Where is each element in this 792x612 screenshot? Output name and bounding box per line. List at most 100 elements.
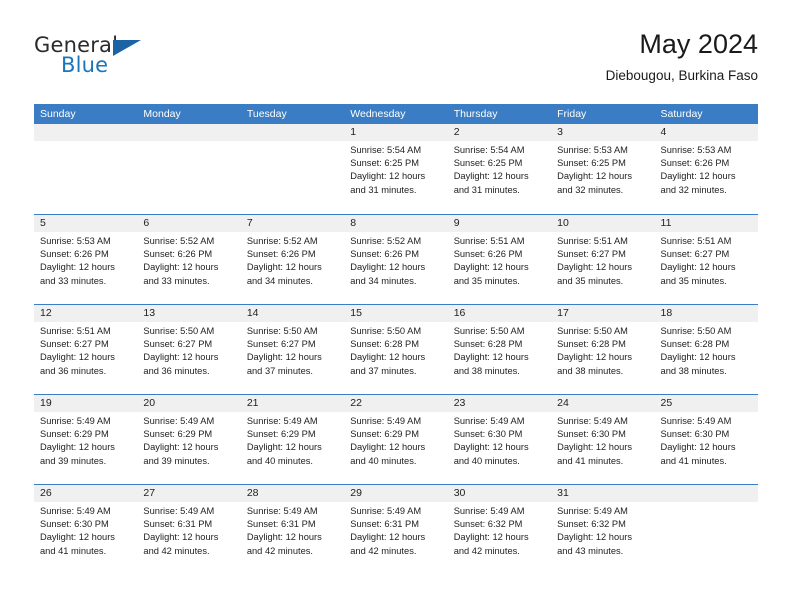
- day-cell-16[interactable]: 16 Sunrise: 5:50 AM Sunset: 6:28 PM Dayligh…: [447, 305, 552, 394]
- sunrise-text: Sunrise: 5:49 AM: [246, 416, 318, 426]
- sunset-text: Sunset: 6:30 PM: [660, 429, 730, 440]
- day-cell-14[interactable]: 14 Sunrise: 5:50 AM Sunset: 6:27 PM Dayligh…: [240, 305, 345, 394]
- day-cell-11[interactable]: 11 Sunrise: 5:51 AM Sunset: 6:27 PM Dayligh…: [654, 215, 758, 304]
- day-cell-21[interactable]: 21 Sunrise: 5:49 AM Sunset: 6:29 PM Dayligh…: [240, 395, 345, 484]
- daylight-text-line1: Daylight: 12 hours: [453, 532, 529, 543]
- sunset-text: Sunset: 6:28 PM: [453, 339, 523, 350]
- day-number: 10: [551, 215, 655, 232]
- day-cell-24[interactable]: 24 Sunrise: 5:49 AM Sunset: 6:30 PM Dayligh…: [551, 395, 655, 484]
- daylight-text-line1: Daylight: 12 hours: [453, 352, 529, 363]
- day-cell-29[interactable]: 29 Sunrise: 5:49 AM Sunset: 6:31 PM Dayligh…: [344, 485, 448, 574]
- sunset-text: Sunset: 6:29 PM: [246, 429, 316, 440]
- sunrise-text: Sunrise: 5:49 AM: [557, 416, 628, 426]
- day-number: [34, 124, 138, 141]
- sunset-text: Sunset: 6:31 PM: [246, 519, 316, 530]
- day-number: 7: [240, 215, 345, 232]
- day-cell-31[interactable]: 31 Sunrise: 5:49 AM Sunset: 6:32 PM Dayligh…: [551, 485, 655, 574]
- day-cell-8[interactable]: 8 Sunrise: 5:52 AM Sunset: 6:26 PM Daylight…: [344, 215, 448, 304]
- daylight-text-line1: Daylight: 12 hours: [557, 352, 633, 363]
- logo-text-blue: Blue: [61, 53, 109, 77]
- sunset-text: Sunset: 6:25 PM: [557, 158, 626, 169]
- day-number: 30: [447, 485, 552, 502]
- daylight-text-line1: Daylight: 12 hours: [246, 532, 322, 543]
- day-number: 4: [654, 124, 758, 141]
- day-details: Sunrise: 5:49 AM Sunset: 6:32 PM Daylight:…: [551, 502, 654, 558]
- daylight-text-line1: Daylight: 12 hours: [660, 352, 736, 363]
- weekday-header-thursday: Thursday: [453, 108, 498, 120]
- day-number: [654, 485, 758, 502]
- sunrise-text: Sunrise: 5:49 AM: [660, 416, 732, 426]
- day-cell-5[interactable]: 5 Sunrise: 5:53 AM Sunset: 6:26 PM Daylight…: [34, 215, 138, 304]
- day-cell-25[interactable]: 25 Sunrise: 5:49 AM Sunset: 6:30 PM Dayligh…: [654, 395, 758, 484]
- day-cell-empty: [240, 124, 345, 214]
- sunrise-text: Sunrise: 5:51 AM: [40, 326, 111, 336]
- day-number: 16: [447, 305, 552, 322]
- daylight-text-line2: and 38 minutes.: [660, 365, 727, 376]
- daylight-text-line2: and 35 minutes.: [557, 275, 624, 286]
- weekday-header-saturday: Saturday: [660, 108, 703, 120]
- daylight-text-line2: and 35 minutes.: [453, 275, 520, 286]
- daylight-text-line2: and 38 minutes.: [453, 365, 520, 376]
- sunrise-text: Sunrise: 5:50 AM: [453, 326, 525, 336]
- day-number: [137, 124, 241, 141]
- daylight-text-line2: and 34 minutes.: [350, 275, 417, 286]
- day-cell-empty: [137, 124, 241, 214]
- daylight-text-line2: and 40 minutes.: [453, 455, 520, 466]
- calendar-week-row: 5 Sunrise: 5:53 AM Sunset: 6:26 PM Daylight…: [34, 214, 758, 304]
- daylight-text-line2: and 42 minutes.: [453, 545, 520, 556]
- daylight-text-line1: Daylight: 12 hours: [557, 171, 633, 182]
- page-title: May 2024: [639, 29, 758, 59]
- day-cell-9[interactable]: 9 Sunrise: 5:51 AM Sunset: 6:26 PM Daylight…: [447, 215, 552, 304]
- day-cell-17[interactable]: 17 Sunrise: 5:50 AM Sunset: 6:28 PM Dayligh…: [551, 305, 655, 394]
- sunrise-text: Sunrise: 5:50 AM: [660, 326, 732, 336]
- day-cell-15[interactable]: 15 Sunrise: 5:50 AM Sunset: 6:28 PM Dayligh…: [344, 305, 448, 394]
- sunset-text: Sunset: 6:26 PM: [246, 249, 316, 260]
- day-cell-19[interactable]: 19 Sunrise: 5:49 AM Sunset: 6:29 PM Dayligh…: [34, 395, 138, 484]
- day-number: 25: [654, 395, 758, 412]
- sunrise-text: Sunrise: 5:49 AM: [453, 416, 525, 426]
- daylight-text-line2: and 39 minutes.: [143, 455, 210, 466]
- day-cell-22[interactable]: 22 Sunrise: 5:49 AM Sunset: 6:29 PM Dayligh…: [344, 395, 448, 484]
- day-cell-6[interactable]: 6 Sunrise: 5:52 AM Sunset: 6:26 PM Daylight…: [137, 215, 241, 304]
- sunset-text: Sunset: 6:27 PM: [40, 339, 109, 350]
- sunset-text: Sunset: 6:31 PM: [143, 519, 213, 530]
- day-cell-20[interactable]: 20 Sunrise: 5:49 AM Sunset: 6:29 PM Dayligh…: [137, 395, 241, 484]
- daylight-text-line1: Daylight: 12 hours: [557, 262, 633, 273]
- day-number: 2: [447, 124, 552, 141]
- weekday-header-wednesday: Wednesday: [350, 108, 406, 120]
- day-details: Sunrise: 5:53 AM Sunset: 6:26 PM Daylight:…: [655, 141, 758, 197]
- day-cell-23[interactable]: 23 Sunrise: 5:49 AM Sunset: 6:30 PM Dayligh…: [447, 395, 552, 484]
- sunrise-text: Sunrise: 5:49 AM: [453, 506, 525, 516]
- sunrise-text: Sunrise: 5:52 AM: [143, 236, 215, 246]
- day-cell-4[interactable]: 4 Sunrise: 5:53 AM Sunset: 6:26 PM Daylight…: [654, 124, 758, 214]
- sunset-text: Sunset: 6:32 PM: [557, 519, 626, 530]
- day-cell-27[interactable]: 27 Sunrise: 5:49 AM Sunset: 6:31 PM Dayligh…: [137, 485, 241, 574]
- sunrise-text: Sunrise: 5:51 AM: [660, 236, 732, 246]
- day-cell-1[interactable]: 1 Sunrise: 5:54 AM Sunset: 6:25 PM Daylight…: [344, 124, 448, 214]
- daylight-text-line2: and 42 minutes.: [143, 545, 210, 556]
- day-cell-12[interactable]: 12 Sunrise: 5:51 AM Sunset: 6:27 PM Dayligh…: [34, 305, 138, 394]
- day-cell-2[interactable]: 2 Sunrise: 5:54 AM Sunset: 6:25 PM Daylight…: [447, 124, 552, 214]
- day-cell-13[interactable]: 13 Sunrise: 5:50 AM Sunset: 6:27 PM Dayligh…: [137, 305, 241, 394]
- day-number: 1: [344, 124, 448, 141]
- day-cell-18[interactable]: 18 Sunrise: 5:50 AM Sunset: 6:28 PM Dayligh…: [654, 305, 758, 394]
- day-number: 14: [240, 305, 345, 322]
- sunset-text: Sunset: 6:29 PM: [350, 429, 419, 440]
- day-cell-10[interactable]: 10 Sunrise: 5:51 AM Sunset: 6:27 PM Dayligh…: [551, 215, 655, 304]
- weekday-header-row: Sunday Monday Tuesday Wednesday Thursday Frid…: [34, 104, 758, 124]
- day-cell-7[interactable]: 7 Sunrise: 5:52 AM Sunset: 6:26 PM Daylight…: [240, 215, 345, 304]
- daylight-text-line2: and 34 minutes.: [246, 275, 313, 286]
- day-cell-28[interactable]: 28 Sunrise: 5:49 AM Sunset: 6:31 PM Dayligh…: [240, 485, 345, 574]
- daylight-text-line1: Daylight: 12 hours: [246, 352, 322, 363]
- general-blue-logo[interactable]: General Blue: [34, 34, 154, 86]
- daylight-text-line2: and 38 minutes.: [557, 365, 624, 376]
- day-number: 31: [551, 485, 655, 502]
- day-cell-26[interactable]: 26 Sunrise: 5:49 AM Sunset: 6:30 PM Dayligh…: [34, 485, 138, 574]
- sunset-text: Sunset: 6:31 PM: [350, 519, 419, 530]
- day-number: 26: [34, 485, 138, 502]
- day-details: Sunrise: 5:54 AM Sunset: 6:25 PM Daylight:…: [448, 141, 551, 197]
- day-cell-3[interactable]: 3 Sunrise: 5:53 AM Sunset: 6:25 PM Daylight…: [551, 124, 655, 214]
- day-number: [240, 124, 345, 141]
- day-cell-30[interactable]: 30 Sunrise: 5:49 AM Sunset: 6:32 PM Dayligh…: [447, 485, 552, 574]
- daylight-text-line1: Daylight: 12 hours: [557, 442, 633, 453]
